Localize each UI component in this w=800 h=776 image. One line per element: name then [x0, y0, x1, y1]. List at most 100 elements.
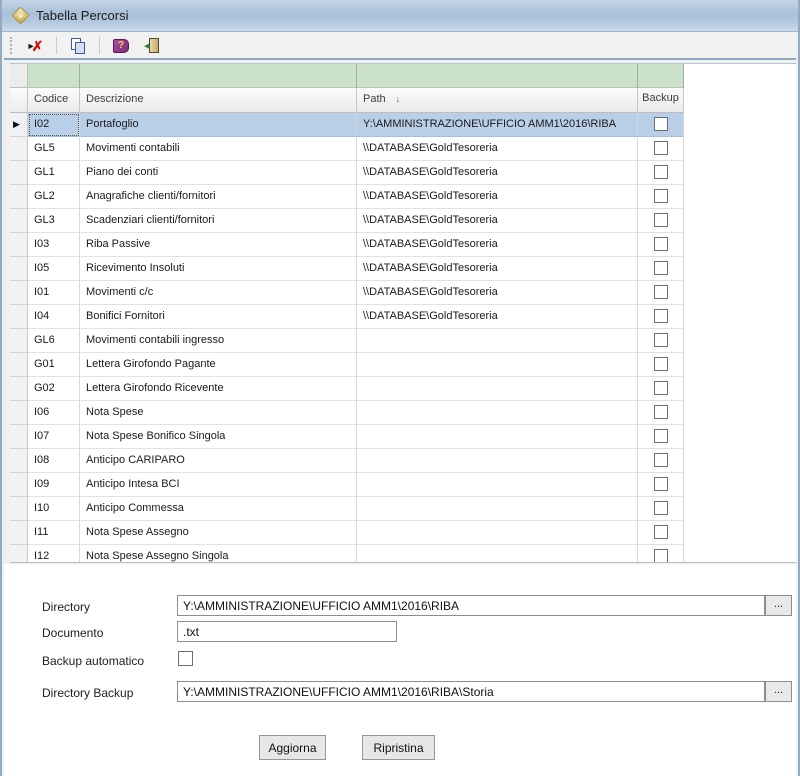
backup-checkbox[interactable] — [654, 237, 668, 251]
cell-descrizione[interactable]: Anticipo Intesa BCI — [80, 473, 357, 497]
table-row[interactable]: I06Nota Spese — [10, 401, 796, 425]
cell-codice[interactable]: G02 — [28, 377, 80, 401]
backup-checkbox[interactable] — [654, 357, 668, 371]
row-selector[interactable] — [10, 137, 28, 161]
cell-codice[interactable]: I02 — [28, 113, 80, 137]
row-selector[interactable] — [10, 377, 28, 401]
cell-path[interactable]: \\DATABASE\GoldTesoreria — [357, 161, 638, 185]
cell-path[interactable]: \\DATABASE\GoldTesoreria — [357, 185, 638, 209]
cell-path[interactable] — [357, 329, 638, 353]
table-row[interactable]: GL3Scadenziari clienti/fornitori\\DATABA… — [10, 209, 796, 233]
row-selector[interactable] — [10, 161, 28, 185]
table-row[interactable]: I01Movimenti c/c\\DATABASE\GoldTesoreria — [10, 281, 796, 305]
cell-path[interactable] — [357, 497, 638, 521]
cell-descrizione[interactable]: Bonifici Fornitori — [80, 305, 357, 329]
cell-codice[interactable]: I09 — [28, 473, 80, 497]
cell-descrizione[interactable]: Nota Spese Assegno — [80, 521, 357, 545]
table-row[interactable]: GL6Movimenti contabili ingresso — [10, 329, 796, 353]
cell-codice[interactable]: GL6 — [28, 329, 80, 353]
table-row[interactable]: I05Ricevimento Insoluti\\DATABASE\GoldTe… — [10, 257, 796, 281]
cell-codice[interactable]: G01 — [28, 353, 80, 377]
cell-codice[interactable]: I01 — [28, 281, 80, 305]
directory-backup-browse-button[interactable]: ... — [765, 681, 792, 702]
toolbar-grip[interactable] — [10, 37, 14, 54]
filter-codice[interactable] — [28, 64, 80, 88]
copy-button[interactable] — [65, 35, 91, 57]
cell-path[interactable]: Y:\AMMINISTRAZIONE\UFFICIO AMM1\2016\RIB… — [357, 113, 638, 137]
backup-checkbox[interactable] — [654, 309, 668, 323]
backup-checkbox[interactable] — [654, 429, 668, 443]
table-row[interactable]: I08Anticipo CARIPARO — [10, 449, 796, 473]
backup-checkbox[interactable] — [654, 525, 668, 539]
cell-descrizione[interactable]: Nota Spese Assegno Singola — [80, 545, 357, 563]
cell-path[interactable] — [357, 377, 638, 401]
row-selector[interactable] — [10, 257, 28, 281]
row-selector[interactable] — [10, 545, 28, 563]
cell-codice[interactable]: I07 — [28, 425, 80, 449]
cell-path[interactable] — [357, 473, 638, 497]
cell-descrizione[interactable]: Scadenziari clienti/fornitori — [80, 209, 357, 233]
backup-checkbox[interactable] — [654, 213, 668, 227]
table-row[interactable]: I03Riba Passive\\DATABASE\GoldTesoreria — [10, 233, 796, 257]
cell-codice[interactable]: I04 — [28, 305, 80, 329]
filter-backup[interactable] — [638, 64, 684, 88]
help-button[interactable]: ? — [108, 35, 134, 57]
table-row[interactable]: ▶I02PortafoglioY:\AMMINISTRAZIONE\UFFICI… — [10, 113, 796, 137]
title-bar[interactable]: Tabella Percorsi — [2, 0, 798, 32]
table-row[interactable]: I11Nota Spese Assegno — [10, 521, 796, 545]
exit-button[interactable]: ◄ — [138, 35, 164, 57]
cell-path[interactable]: \\DATABASE\GoldTesoreria — [357, 281, 638, 305]
cell-descrizione[interactable]: Lettera Girofondo Pagante — [80, 353, 357, 377]
backup-checkbox[interactable] — [654, 381, 668, 395]
cell-path[interactable] — [357, 353, 638, 377]
backup-checkbox[interactable] — [654, 285, 668, 299]
cell-codice[interactable]: GL3 — [28, 209, 80, 233]
row-selector[interactable] — [10, 353, 28, 377]
cell-path[interactable] — [357, 449, 638, 473]
filter-path[interactable] — [357, 64, 638, 88]
table-row[interactable]: I12Nota Spese Assegno Singola — [10, 545, 796, 563]
cell-descrizione[interactable]: Nota Spese Bonifico Singola — [80, 425, 357, 449]
cell-descrizione[interactable]: Ricevimento Insoluti — [80, 257, 357, 281]
cell-path[interactable]: \\DATABASE\GoldTesoreria — [357, 137, 638, 161]
column-header-backup[interactable]: Backup — [638, 88, 684, 113]
cell-codice[interactable]: GL1 — [28, 161, 80, 185]
cell-codice[interactable]: I11 — [28, 521, 80, 545]
cell-descrizione[interactable]: Nota Spese — [80, 401, 357, 425]
ripristina-button[interactable]: Ripristina — [362, 735, 435, 760]
cell-path[interactable] — [357, 425, 638, 449]
aggiorna-button[interactable]: Aggiorna — [259, 735, 326, 760]
cell-descrizione[interactable]: Lettera Girofondo Ricevente — [80, 377, 357, 401]
row-selector[interactable] — [10, 521, 28, 545]
backup-checkbox[interactable] — [654, 477, 668, 491]
cell-path[interactable] — [357, 521, 638, 545]
column-header-path[interactable]: Path↓ — [357, 88, 638, 113]
cell-path[interactable]: \\DATABASE\GoldTesoreria — [357, 233, 638, 257]
cell-codice[interactable]: I08 — [28, 449, 80, 473]
row-selector[interactable] — [10, 401, 28, 425]
backup-checkbox[interactable] — [654, 333, 668, 347]
directory-browse-button[interactable]: ... — [765, 595, 792, 616]
row-selector[interactable] — [10, 281, 28, 305]
row-selector[interactable] — [10, 425, 28, 449]
cell-descrizione[interactable]: Movimenti c/c — [80, 281, 357, 305]
row-selector[interactable] — [10, 473, 28, 497]
row-selector[interactable] — [10, 185, 28, 209]
row-selector[interactable] — [10, 329, 28, 353]
cell-path[interactable] — [357, 545, 638, 563]
row-selector[interactable] — [10, 233, 28, 257]
column-header-descrizione[interactable]: Descrizione — [80, 88, 357, 113]
cell-descrizione[interactable]: Piano dei conti — [80, 161, 357, 185]
filter-descrizione[interactable] — [80, 64, 357, 88]
backup-automatico-checkbox[interactable] — [178, 651, 193, 666]
table-row[interactable]: G01Lettera Girofondo Pagante — [10, 353, 796, 377]
cell-path[interactable]: \\DATABASE\GoldTesoreria — [357, 305, 638, 329]
delete-record-button[interactable]: ►✗ — [22, 35, 48, 57]
cell-descrizione[interactable]: Anticipo CARIPARO — [80, 449, 357, 473]
backup-checkbox[interactable] — [654, 453, 668, 467]
cell-descrizione[interactable]: Portafoglio — [80, 113, 357, 137]
row-selector[interactable] — [10, 305, 28, 329]
table-row[interactable]: GL2Anagrafiche clienti/fornitori\\DATABA… — [10, 185, 796, 209]
table-row[interactable]: G02Lettera Girofondo Ricevente — [10, 377, 796, 401]
table-row[interactable]: GL1Piano dei conti\\DATABASE\GoldTesorer… — [10, 161, 796, 185]
